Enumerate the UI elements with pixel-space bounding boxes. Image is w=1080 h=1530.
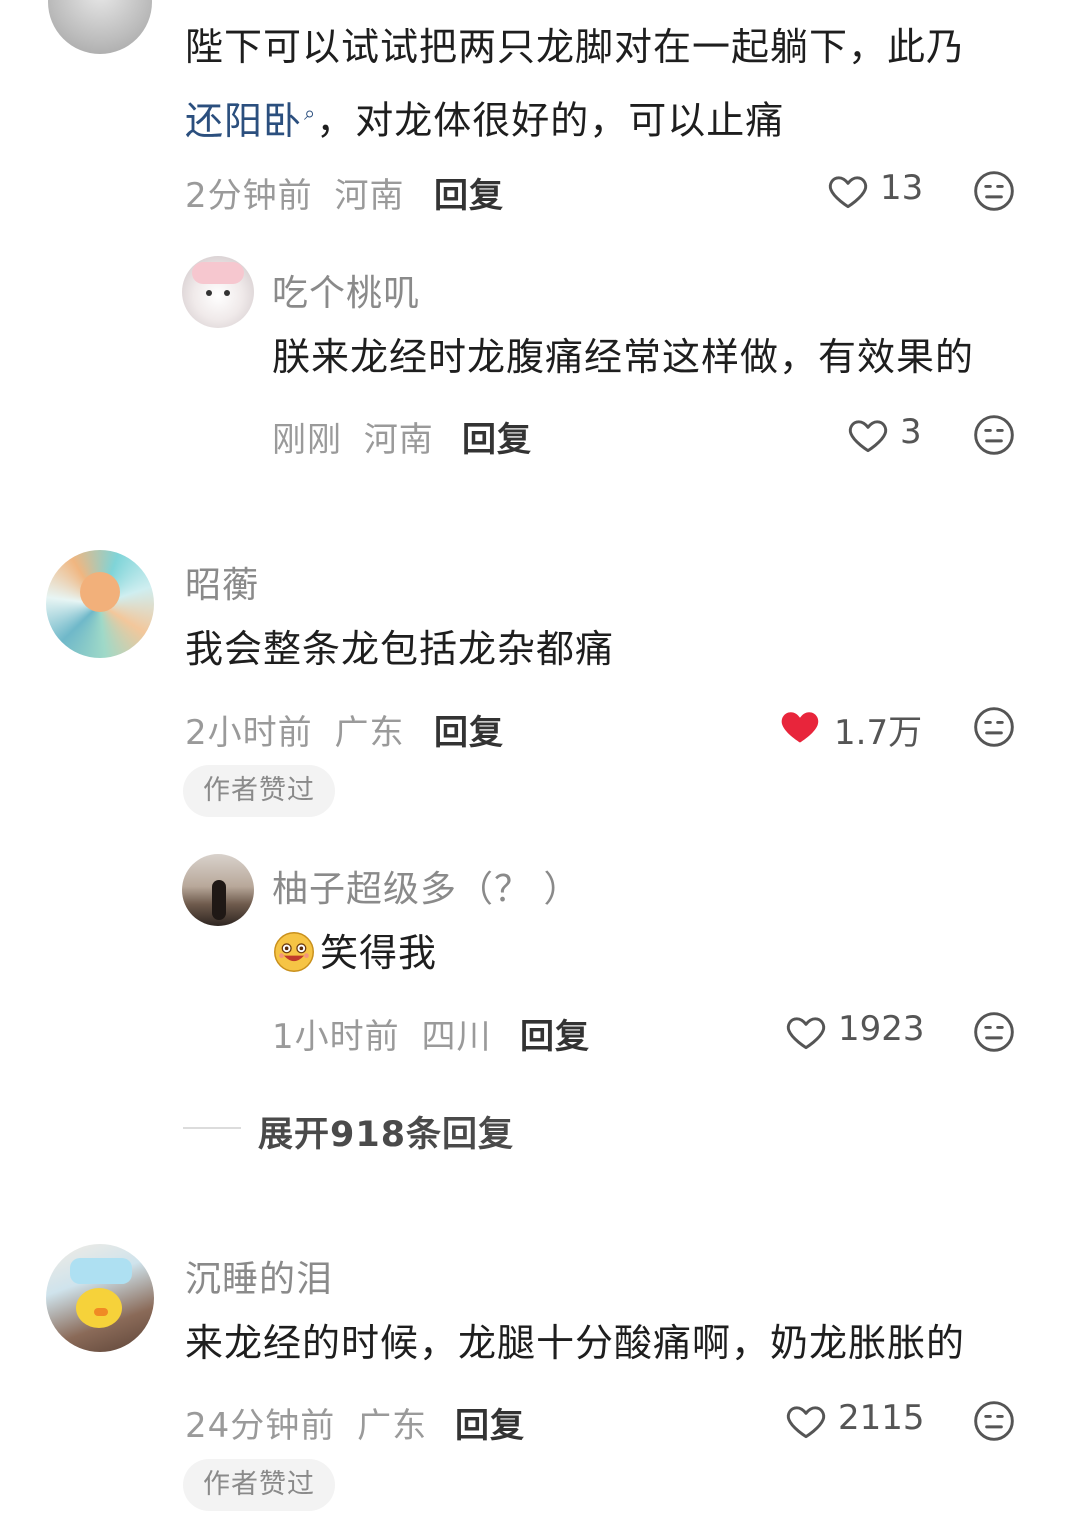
avatar[interactable]	[46, 1244, 154, 1352]
comment-username[interactable]: 沉睡的泪	[185, 1250, 333, 1302]
comment-text: 我会整条龙包括龙杂都痛	[185, 627, 615, 671]
comment-location: 广东	[334, 713, 405, 753]
reply-meta: 1小时前 四川	[272, 1009, 491, 1058]
reply-time: 刚刚	[272, 420, 342, 460]
reply-location: 四川	[421, 1017, 492, 1057]
search-icon: ⌕	[304, 101, 317, 125]
neutral-face-icon[interactable]	[972, 1010, 1016, 1054]
reply-location: 河南	[363, 420, 434, 460]
heart-outline-icon[interactable]	[784, 1010, 828, 1054]
author-liked-badge: 作者赞过	[183, 765, 335, 817]
comment-time: 2小时前	[185, 713, 313, 753]
reply-button[interactable]: 回复	[455, 1398, 525, 1447]
comment-meta: 2分钟前 河南	[185, 168, 404, 217]
comment-location: 河南	[334, 176, 405, 216]
avatar[interactable]	[48, 0, 152, 54]
like-count: 2115	[838, 1398, 925, 1438]
comment-meta: 2小时前 广东	[185, 705, 404, 754]
comment-time: 24分钟前	[185, 1406, 336, 1446]
like-count: 1923	[838, 1009, 925, 1049]
laughing-emoji-icon	[274, 932, 314, 972]
reply-text-content: 笑得我	[320, 931, 438, 975]
heart-outline-icon[interactable]	[784, 1399, 828, 1443]
like-count: 1.7万	[834, 713, 923, 753]
neutral-face-icon[interactable]	[972, 413, 1016, 457]
comment-text: 来龙经的时候，龙腿十分酸痛啊，奶龙胀胀的	[185, 1321, 966, 1365]
reply-button[interactable]: 回复	[434, 168, 504, 217]
avatar[interactable]	[46, 550, 154, 658]
comment-text: 陛下可以试试把两只龙脚对在一起躺下，此乃	[185, 14, 965, 80]
reply-username[interactable]: 吃个桃叽	[272, 264, 420, 316]
neutral-face-icon[interactable]	[972, 169, 1016, 213]
reply-text: 朕来龙经时龙腹痛经常这样做，有效果的	[272, 335, 975, 379]
comment-location: 广东	[357, 1406, 428, 1446]
reply-text: 笑得我	[272, 920, 437, 986]
heart-outline-icon[interactable]	[826, 169, 870, 213]
comment-text-line: 陛下可以试试把两只龙脚对在一起躺下，此乃	[185, 25, 966, 69]
avatar[interactable]	[182, 854, 254, 926]
neutral-face-icon[interactable]	[972, 705, 1016, 749]
avatar[interactable]	[182, 256, 254, 328]
reply-meta: 刚刚 河南	[272, 412, 434, 461]
reply-button[interactable]: 回复	[520, 1009, 590, 1058]
reply-time: 1小时前	[272, 1017, 400, 1057]
like-count: 13	[880, 168, 924, 208]
search-link[interactable]: 还阳卧 ⌕	[185, 99, 316, 143]
reply-button[interactable]: 回复	[434, 705, 504, 754]
heart-outline-icon[interactable]	[846, 413, 890, 457]
like-count: 3	[900, 412, 922, 452]
comment-text-line: ，对龙体很好的，可以止痛	[316, 98, 785, 143]
heart-filled-icon[interactable]	[778, 704, 822, 748]
comment-username[interactable]: 昭蘅	[185, 556, 259, 608]
expand-replies-button[interactable]: 展开918条回复	[258, 1106, 514, 1157]
author-liked-badge: 作者赞过	[183, 1459, 335, 1511]
reply-username[interactable]: 柚子超级多（？ ）	[272, 860, 580, 912]
expand-divider	[183, 1127, 241, 1129]
neutral-face-icon[interactable]	[972, 1399, 1016, 1443]
comment-meta: 24分钟前 广东	[185, 1398, 427, 1447]
comment-text: 还阳卧 ⌕，对龙体很好的，可以止痛	[185, 80, 784, 154]
reply-button[interactable]: 回复	[462, 412, 532, 461]
comment-time: 2分钟前	[185, 176, 313, 216]
